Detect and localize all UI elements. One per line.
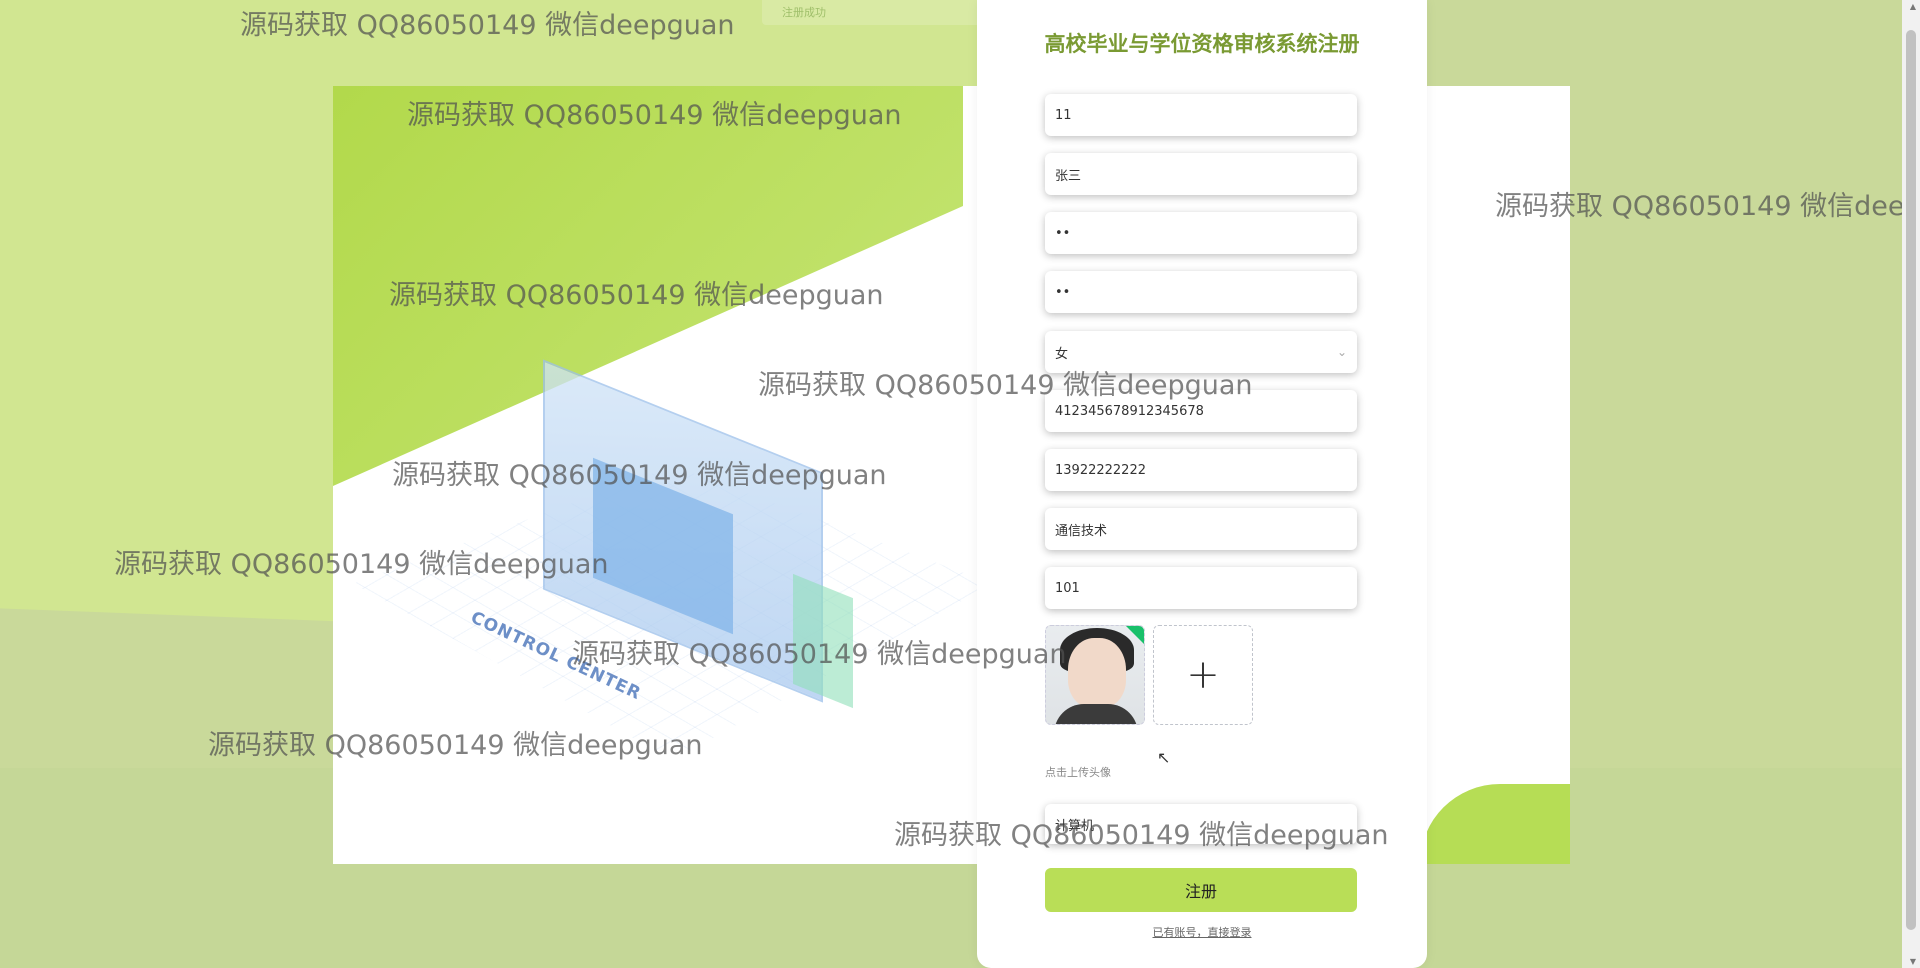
scrollbar[interactable]: ▲ ▼ xyxy=(1902,0,1920,968)
account-field[interactable]: 11 xyxy=(1045,94,1357,136)
password-field[interactable]: •• xyxy=(1045,212,1357,254)
mouse-cursor-icon: ↖ xyxy=(1157,748,1171,767)
id-card-value: 412345678912345678 xyxy=(1055,403,1204,419)
notification-text: 注册成功 xyxy=(782,6,826,19)
phone-value: 13922222222 xyxy=(1055,462,1146,478)
scroll-thumb[interactable] xyxy=(1906,30,1916,930)
upload-button[interactable]: + xyxy=(1153,625,1253,725)
avatar-thumbnail[interactable] xyxy=(1045,625,1145,725)
major-value: 通信技术 xyxy=(1055,523,1108,539)
account-value: 11 xyxy=(1055,107,1072,123)
page-title: 高校毕业与学位资格审核系统注册 xyxy=(1044,32,1360,56)
gender-select[interactable]: 女 ⌄ xyxy=(1045,331,1357,373)
class-field[interactable]: 101 xyxy=(1045,567,1357,609)
confirm-password-field[interactable]: •• xyxy=(1045,271,1357,313)
extra-field-value: 计算机 xyxy=(1055,818,1095,834)
login-link[interactable]: 已有账号，直接登录 xyxy=(977,924,1427,940)
register-panel: 高校毕业与学位资格审核系统注册 11 张三 •• •• 女 ⌄ 41234567… xyxy=(977,0,1427,968)
avatar-face xyxy=(1068,638,1126,708)
class-value: 101 xyxy=(1055,580,1080,596)
name-field[interactable]: 张三 xyxy=(1045,153,1357,195)
avatar-body xyxy=(1054,704,1138,724)
gender-value: 女 xyxy=(1055,346,1069,362)
green-blob xyxy=(1420,784,1570,864)
upload-hint: 点击上传头像 xyxy=(1045,766,1111,779)
confirm-password-value: •• xyxy=(1055,284,1071,300)
phone-field[interactable]: 13922222222 xyxy=(1045,449,1357,491)
scroll-up-icon[interactable]: ▲ xyxy=(1910,2,1916,11)
id-card-field[interactable]: 412345678912345678 xyxy=(1045,390,1357,432)
major-field[interactable]: 通信技术 xyxy=(1045,508,1357,550)
register-button[interactable]: 注册 xyxy=(1045,868,1357,912)
password-value: •• xyxy=(1055,225,1071,241)
chevron-down-icon: ⌄ xyxy=(1336,345,1347,359)
name-value: 张三 xyxy=(1055,168,1082,184)
extra-field[interactable]: 计算机 xyxy=(1045,804,1357,844)
plus-icon: + xyxy=(1186,652,1220,698)
scroll-down-icon[interactable]: ▼ xyxy=(1910,957,1916,966)
notification-toast: 注册成功 xyxy=(762,0,982,25)
